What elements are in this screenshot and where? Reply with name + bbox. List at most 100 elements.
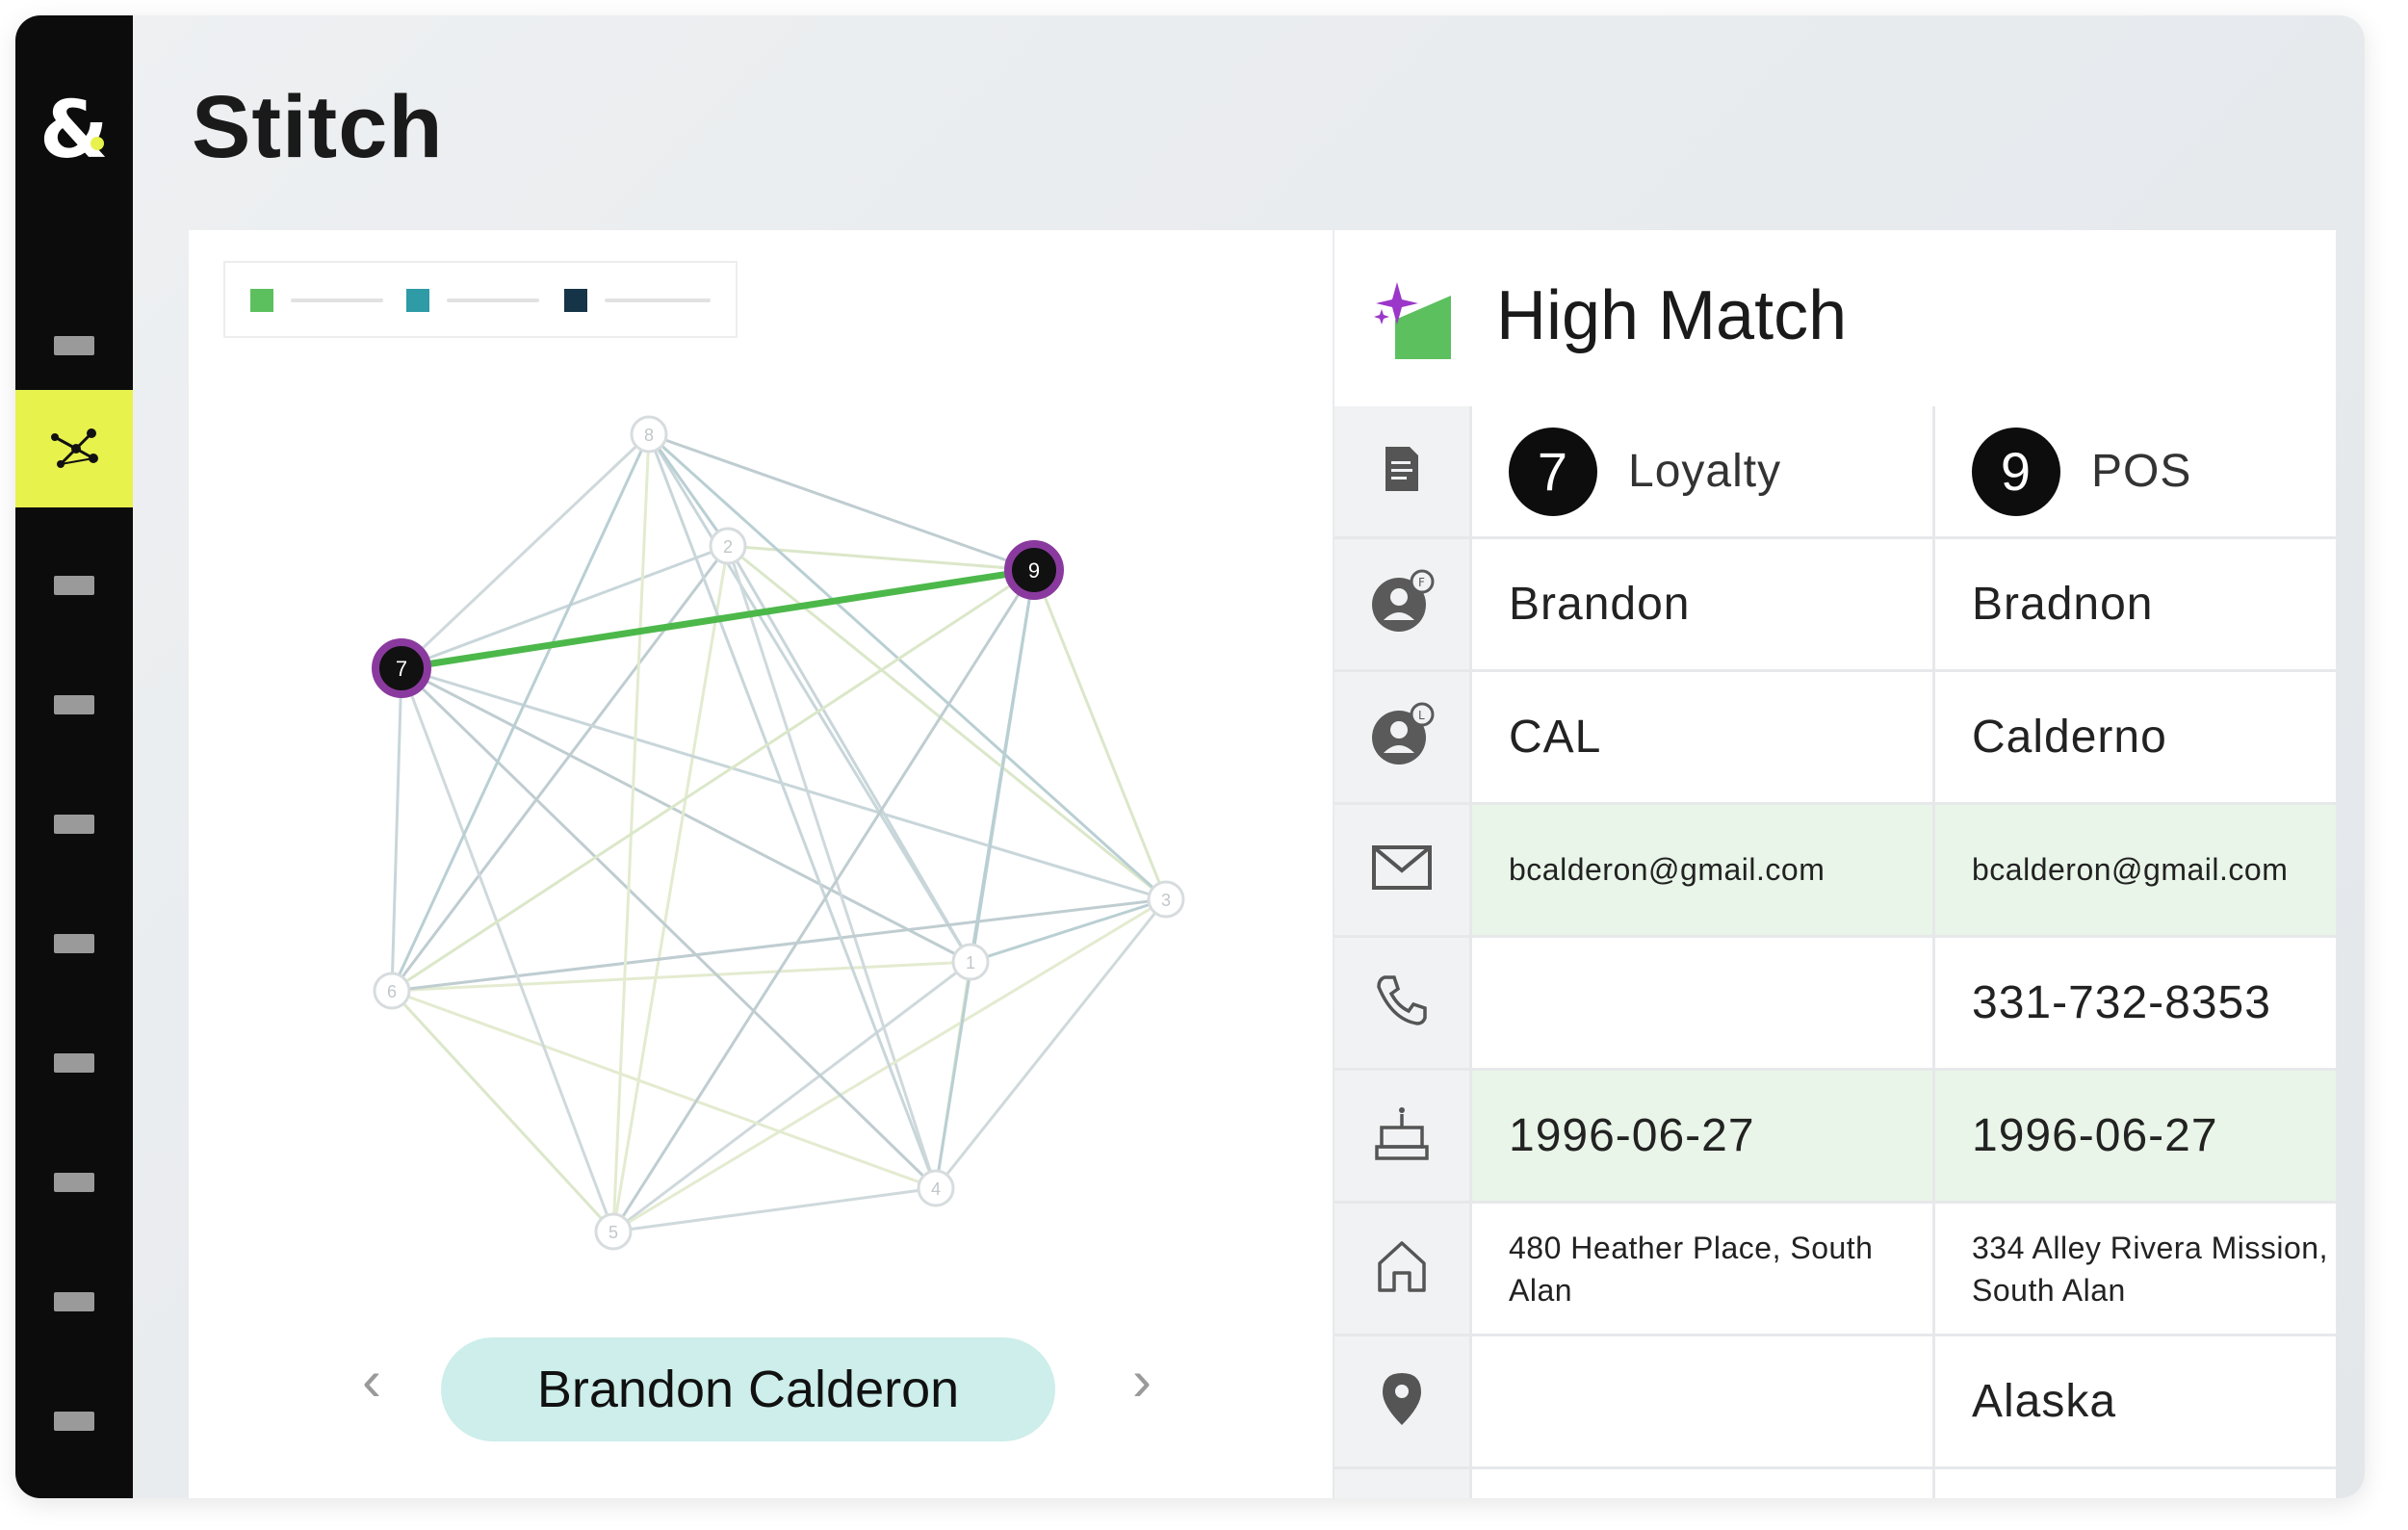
network-graph-icon xyxy=(51,428,98,468)
sidebar: & xyxy=(15,15,133,1498)
source-number-badge: 9 xyxy=(1972,427,2060,516)
graph-edge xyxy=(934,569,1036,1189)
address-left: 480 Heather Place, South Alan xyxy=(1470,1202,1935,1336)
graph-node-9[interactable]: 9 xyxy=(1004,540,1064,600)
graph-node-label: 1 xyxy=(966,953,975,972)
sidebar-item-4[interactable] xyxy=(15,646,133,764)
graph-edge xyxy=(400,666,938,1190)
first-name-right: Bradnon xyxy=(1933,537,2336,672)
sidebar-item-5[interactable] xyxy=(15,765,133,883)
table-row-address: 480 Heather Place, South Alan 334 Alley … xyxy=(1334,1202,2336,1336)
graph-node-6[interactable]: 6 xyxy=(373,972,411,1010)
svg-text:F: F xyxy=(1418,576,1425,589)
graph-node-label: 2 xyxy=(723,537,733,557)
graph-edge xyxy=(390,667,403,992)
chevron-left-icon[interactable]: ‹ xyxy=(343,1347,401,1414)
graph-node-1[interactable]: 1 xyxy=(951,943,990,981)
first-name-left: Brandon xyxy=(1470,537,1935,672)
phone-left xyxy=(1470,936,1935,1071)
phone-right: 331-732-8353 xyxy=(1933,936,2336,1071)
source-label: POS xyxy=(2091,446,2192,497)
graph-node-4[interactable]: 4 xyxy=(917,1169,955,1207)
graph-node-5[interactable]: 5 xyxy=(594,1212,633,1251)
graph-edge-match[interactable] xyxy=(401,566,1035,672)
nav-placeholder-icon xyxy=(54,336,94,355)
birthday-right: 1996-06-27 xyxy=(1933,1069,2336,1204)
sidebar-item-8[interactable] xyxy=(15,1124,133,1241)
graph-edge xyxy=(647,432,1168,901)
identity-graph[interactable]: 1 2 3 4 5 6 7 8 9 xyxy=(189,230,1333,1309)
graph-edge xyxy=(611,569,1036,1232)
nav-placeholder-icon xyxy=(54,1053,94,1073)
graph-node-3[interactable]: 3 xyxy=(1147,880,1185,919)
app-window: & Stitch 1 2 3 4 5 6 7 8 9 ‹ Brandon Cal… xyxy=(15,15,2365,1498)
table-row-birthday: 1996-06-27 1996-06-27 xyxy=(1334,1069,2336,1204)
table-row-phone: 331-732-8353 xyxy=(1334,936,2336,1071)
person-last-name-icon: L xyxy=(1334,670,1472,805)
graph-edge xyxy=(390,989,615,1233)
email-right: bcalderon@gmail.com xyxy=(1933,803,2336,938)
sidebar-item-identity-graph[interactable] xyxy=(15,390,133,507)
sparkle-match-icon xyxy=(1374,282,1451,359)
graph-edge xyxy=(400,667,615,1232)
address-right: 334 Alley Rivera Mission, South Alan xyxy=(1933,1202,2336,1336)
sidebar-item-10[interactable] xyxy=(15,1362,133,1480)
graph-edge xyxy=(1032,569,1168,900)
graph-edge xyxy=(648,432,1035,572)
location-right: Alaska xyxy=(1933,1335,2336,1469)
last-name-right: Calderno xyxy=(1933,670,2336,805)
table-row-last-name: L CAL Calderno xyxy=(1334,670,2336,805)
ampersand-logo-icon[interactable]: & xyxy=(15,83,133,179)
location-pin-icon xyxy=(1334,1335,1472,1469)
sidebar-item-7[interactable] xyxy=(15,1004,133,1122)
graph-node-label: 4 xyxy=(931,1180,941,1199)
table-row-email: bcalderon@gmail.com bcalderon@gmail.com xyxy=(1334,803,2336,938)
table-row-first-name: F Brandon Bradnon xyxy=(1334,537,2336,672)
email-left: bcalderon@gmail.com xyxy=(1470,803,1935,938)
graph-node-label: 9 xyxy=(1028,558,1040,583)
home-icon xyxy=(1334,1202,1472,1336)
source-left: 7 Loyalty xyxy=(1470,406,1935,539)
sidebar-item-1[interactable] xyxy=(15,287,133,404)
graph-node-7[interactable]: 7 xyxy=(372,638,431,698)
document-icon-cell xyxy=(1334,406,1472,539)
match-panel: High Match 7 Loyalty 9 POS F Brandon Bra… xyxy=(1334,230,2336,1498)
identity-graph-panel: 1 2 3 4 5 6 7 8 9 ‹ Brandon Calderon › xyxy=(189,230,1333,1498)
match-title: High Match xyxy=(1496,277,1848,354)
sidebar-item-9[interactable] xyxy=(15,1243,133,1361)
person-name-pill[interactable]: Brandon Calderon xyxy=(441,1337,1055,1441)
page-title: Stitch xyxy=(192,78,444,176)
graph-edge xyxy=(727,544,1035,572)
graph-node-8[interactable]: 8 xyxy=(630,415,668,454)
graph-edge xyxy=(647,433,938,1189)
location-left xyxy=(1470,1335,1935,1469)
nav-placeholder-icon xyxy=(54,1412,94,1431)
graph-node-2[interactable]: 2 xyxy=(709,527,747,565)
person-first-name-icon: F xyxy=(1334,537,1472,672)
source-right: 9 POS xyxy=(1933,406,2336,539)
source-label: Loyalty xyxy=(1628,446,1782,497)
svg-text:L: L xyxy=(1418,709,1425,722)
graph-node-label: 3 xyxy=(1161,891,1171,910)
graph-edge xyxy=(726,545,938,1189)
empty-icon-cell xyxy=(1334,1467,1472,1498)
graph-node-label: 5 xyxy=(608,1223,618,1242)
match-header: High Match xyxy=(1334,230,2336,394)
nav-placeholder-icon xyxy=(54,1173,94,1192)
graph-edge xyxy=(647,433,730,547)
sidebar-item-3[interactable] xyxy=(15,527,133,644)
svg-text:&: & xyxy=(39,88,109,174)
document-icon xyxy=(1385,447,1418,491)
empty-cell xyxy=(1933,1467,2336,1498)
graph-edge xyxy=(934,898,1168,1189)
source-header-row: 7 Loyalty 9 POS xyxy=(1334,406,2336,539)
graph-edge xyxy=(647,433,972,963)
chevron-right-icon[interactable]: › xyxy=(1113,1347,1171,1414)
graph-edge xyxy=(970,897,1167,964)
birthday-cake-icon xyxy=(1334,1069,1472,1204)
nav-placeholder-icon xyxy=(54,815,94,834)
table-row-partial xyxy=(1334,1467,2336,1498)
nav-placeholder-icon xyxy=(54,576,94,595)
nav-placeholder-icon xyxy=(54,695,94,714)
sidebar-item-6[interactable] xyxy=(15,885,133,1002)
